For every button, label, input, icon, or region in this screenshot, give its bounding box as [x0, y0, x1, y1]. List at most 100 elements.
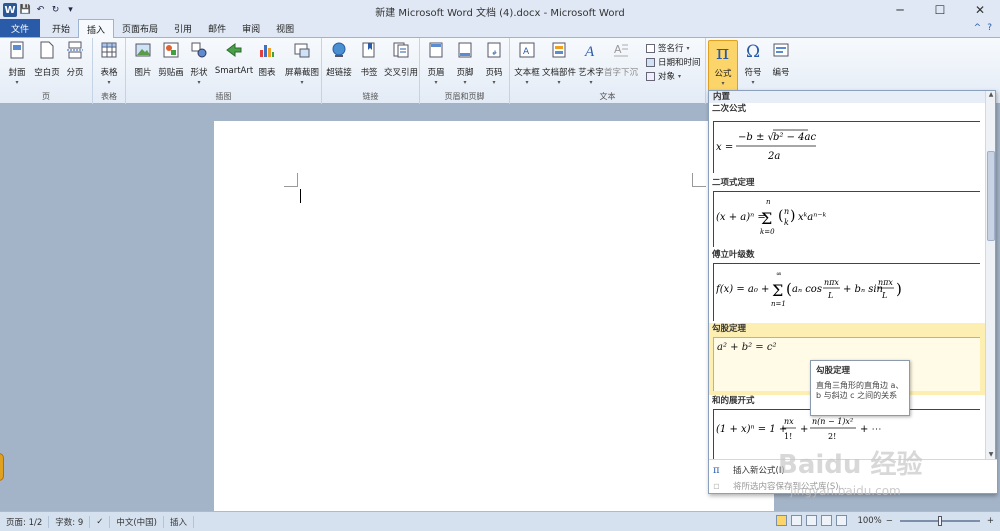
- title-bar: W 💾 ↶ ↻ ▾ 新建 Microsoft Word 文档 (4).docx …: [0, 0, 1000, 20]
- footer-icon: [456, 40, 474, 60]
- status-page-count[interactable]: 页面: 1/2: [0, 515, 50, 528]
- blank-page-button[interactable]: 空白页: [32, 40, 62, 78]
- clipart-button[interactable]: 剪贴画: [156, 40, 186, 78]
- cross-reference-button[interactable]: 交叉引用: [384, 40, 418, 78]
- tab-home[interactable]: 开始: [44, 19, 78, 37]
- customize-qat-icon[interactable]: ▾: [64, 4, 77, 17]
- textbox-button[interactable]: A 文本框 ▾: [512, 40, 542, 86]
- undo-icon[interactable]: ↶: [34, 4, 47, 17]
- word-app-icon[interactable]: W: [3, 3, 17, 17]
- crop-mark-top-left: [284, 173, 298, 187]
- drop-cap-icon: A: [612, 40, 630, 60]
- page-break-icon: [66, 40, 84, 60]
- gallery-scrollbar[interactable]: ▲ ▼: [985, 91, 995, 461]
- web-layout-view-icon[interactable]: [806, 515, 818, 526]
- scroll-thumb[interactable]: [987, 151, 995, 241]
- gallery-item-binomial[interactable]: 二项式定理 (x + a)ⁿ = n Σ k=0 ( n k ) xᵏaⁿ⁻ᵏ: [709, 177, 986, 249]
- zoom-slider[interactable]: [899, 515, 980, 526]
- svg-text:aₙ cos: aₙ cos: [792, 284, 822, 295]
- crop-mark-top-right: [692, 173, 706, 187]
- redo-icon[interactable]: ↻: [49, 4, 62, 17]
- cover-page-button[interactable]: 封面 ▾: [2, 40, 32, 86]
- outline-view-icon[interactable]: [821, 515, 833, 526]
- chart-button[interactable]: 图表: [252, 40, 282, 78]
- header-button[interactable]: 页眉 ▾: [421, 40, 451, 86]
- zoom-level[interactable]: 100%: [857, 516, 881, 526]
- equation-button[interactable]: π 公式 ▾: [708, 40, 738, 92]
- gallery-item-title: 二项式定理: [712, 178, 755, 188]
- svg-text:(1 + x)ⁿ = 1 +: (1 + x)ⁿ = 1 +: [716, 424, 787, 435]
- group-label-pages: 页: [42, 92, 50, 101]
- footer-button[interactable]: 页脚 ▾: [450, 40, 480, 86]
- gallery-item-fourier[interactable]: 傅立叶级数 f(x) = a₀ + ∞ Σ n=1 ( aₙ cos nπx L…: [709, 249, 986, 323]
- draft-view-icon[interactable]: [836, 515, 848, 526]
- tab-references[interactable]: 引用: [166, 19, 200, 37]
- tab-review[interactable]: 审阅: [234, 19, 268, 37]
- status-insert-mode[interactable]: 插入: [164, 515, 195, 528]
- maximize-button[interactable]: ☐: [920, 0, 960, 20]
- page-number-button[interactable]: # 页码 ▾: [479, 40, 509, 86]
- minimize-button[interactable]: ─: [880, 0, 920, 20]
- object-button[interactable]: 对象 ▾: [646, 70, 681, 82]
- screenshot-button[interactable]: 屏幕截图 ▾: [284, 40, 320, 86]
- gallery-item-quadratic[interactable]: 二次公式 x = −b ± √ b² − 4ac 2a: [709, 103, 986, 177]
- view-zoom-controls: 100% − +: [776, 515, 994, 526]
- smartart-button[interactable]: SmartArt: [215, 40, 253, 76]
- tab-mailings[interactable]: 邮件: [200, 19, 234, 37]
- print-layout-view-icon[interactable]: [776, 515, 788, 526]
- svg-text:x =: x =: [716, 142, 733, 153]
- status-word-count[interactable]: 字数: 9: [49, 515, 91, 528]
- status-language[interactable]: 中文(中国): [110, 515, 164, 528]
- svg-text:b² − 4ac: b² − 4ac: [773, 132, 816, 143]
- svg-text:Σ: Σ: [761, 209, 772, 228]
- help-icon[interactable]: ?: [987, 23, 992, 33]
- svg-text:L: L: [881, 291, 887, 300]
- cross-reference-icon: [392, 40, 410, 60]
- table-button[interactable]: 表格 ▾: [94, 40, 124, 86]
- header-icon: [427, 40, 445, 60]
- tab-view[interactable]: 视图: [268, 19, 302, 37]
- close-button[interactable]: ✕: [960, 0, 1000, 20]
- document-page[interactable]: [214, 121, 774, 511]
- symbol-button[interactable]: Ω 符号 ▾: [738, 40, 768, 86]
- wordart-icon: A: [582, 40, 600, 60]
- globe-link-icon: [330, 40, 348, 60]
- equation-quadratic-render: x = −b ± √ b² − 4ac 2a: [716, 129, 816, 162]
- minimize-ribbon-icon[interactable]: ^: [974, 23, 982, 33]
- zoom-slider-thumb[interactable]: [937, 515, 942, 526]
- svg-text:∞: ∞: [776, 270, 782, 278]
- number-button[interactable]: 编号: [766, 40, 796, 78]
- shapes-button[interactable]: 形状 ▾: [184, 40, 214, 86]
- wordart-button[interactable]: A 艺术字 ▾: [576, 40, 606, 86]
- pi-small-icon: π: [713, 464, 720, 476]
- bar-chart-icon: [258, 40, 276, 60]
- svg-text:(: (: [786, 280, 792, 298]
- page-break-button[interactable]: 分页: [60, 40, 90, 78]
- tab-page-layout[interactable]: 页面布局: [114, 19, 166, 37]
- full-screen-view-icon[interactable]: [791, 515, 803, 526]
- proofing-icon[interactable]: ✓: [90, 515, 111, 528]
- svg-text:−b ± √: −b ± √: [738, 132, 775, 143]
- signature-line-button[interactable]: 签名行 ▾: [646, 42, 690, 54]
- drop-cap-button[interactable]: A 首字下沉: [604, 40, 638, 78]
- status-bar: 页面: 1/2 字数: 9 ✓ 中文(中国) 插入 100% − +: [0, 511, 1000, 531]
- tab-insert[interactable]: 插入: [78, 19, 115, 38]
- zoom-in-button[interactable]: +: [987, 516, 994, 526]
- tab-file[interactable]: 文件: [0, 19, 40, 37]
- tooltip-title: 勾股定理: [816, 366, 851, 376]
- svg-text:f(x) = a₀ +: f(x) = a₀ +: [716, 284, 769, 295]
- bookmark-button[interactable]: 书签: [354, 40, 384, 78]
- textbox-icon: A: [518, 40, 536, 60]
- picture-icon: [134, 40, 152, 60]
- svg-text:+: +: [800, 424, 808, 435]
- zoom-out-button[interactable]: −: [886, 516, 893, 526]
- quick-parts-button[interactable]: 文档部件 ▾: [542, 40, 576, 86]
- date-time-button[interactable]: 日期和时间: [646, 56, 701, 68]
- picture-button[interactable]: 图片: [128, 40, 158, 78]
- scroll-up-icon[interactable]: ▲: [986, 91, 996, 101]
- hyperlink-button[interactable]: 超链接: [324, 40, 354, 78]
- insert-new-equation-button[interactable]: π 插入新公式(I): [713, 464, 785, 477]
- save-icon[interactable]: 💾: [19, 4, 32, 17]
- side-badge: [0, 453, 4, 481]
- group-tables: 表格 ▾ 表格: [93, 38, 126, 104]
